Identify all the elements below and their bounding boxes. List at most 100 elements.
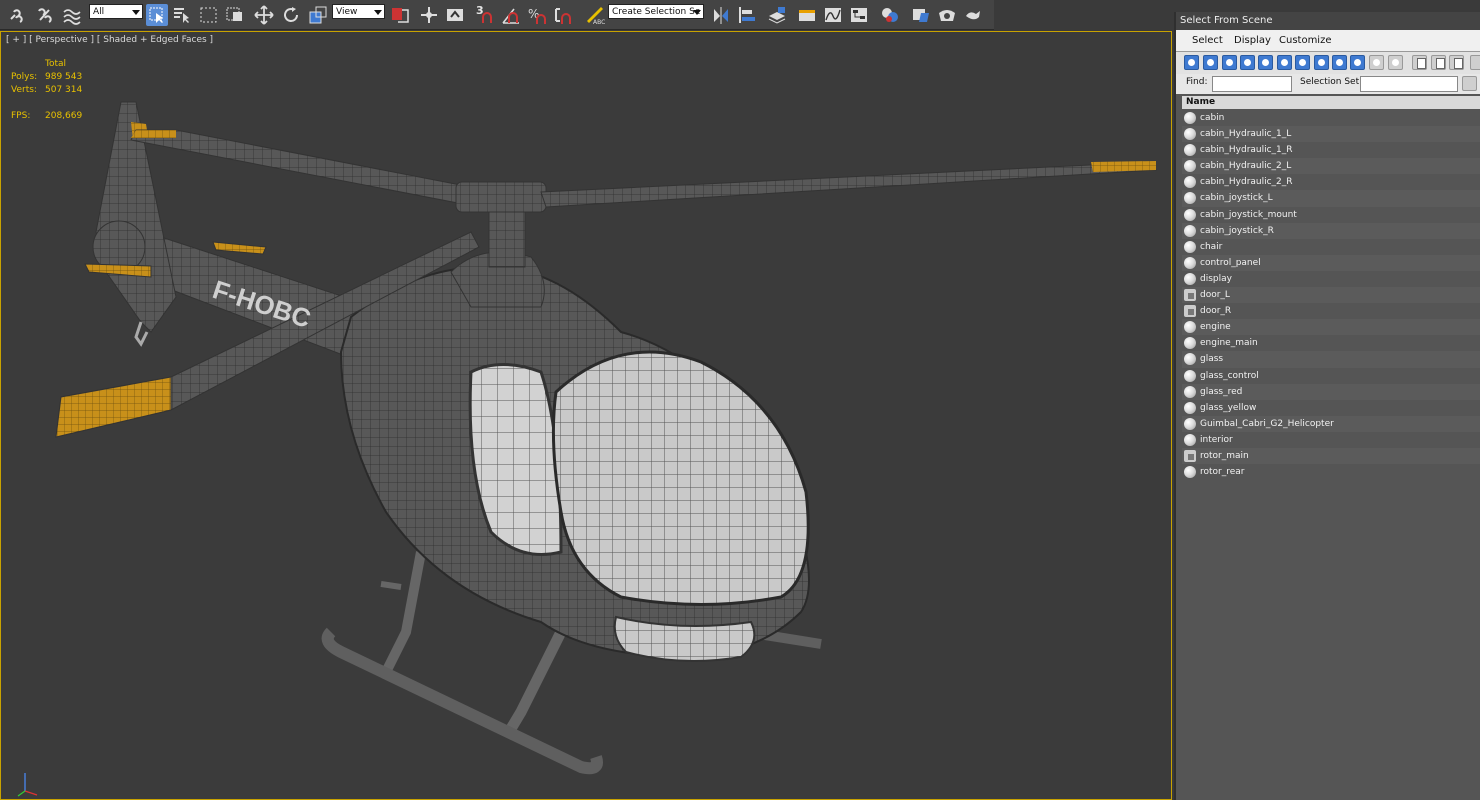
list-item[interactable]: glass — [1182, 351, 1480, 368]
list-item-label: Guimbal_Cabri_G2_Helicopter — [1200, 418, 1334, 429]
display-geometry-icon[interactable] — [1222, 55, 1237, 70]
list-item[interactable]: cabin_Hydraulic_1_R — [1182, 142, 1480, 158]
render-setup-icon[interactable] — [910, 4, 932, 26]
angle-snap-toggle-icon[interactable] — [500, 4, 522, 26]
display-helpers-icon[interactable] — [1295, 55, 1310, 70]
manage-layers-icon[interactable] — [766, 4, 788, 26]
list-item-label: engine — [1200, 322, 1231, 333]
list-item[interactable]: door_R — [1182, 303, 1480, 319]
perspective-viewport[interactable]: [ + ] [ Perspective ] [ Shaded + Edged F… — [0, 31, 1172, 800]
display-cameras-icon[interactable] — [1277, 55, 1292, 70]
menu-select[interactable]: Select — [1192, 30, 1223, 52]
find-input[interactable] — [1212, 76, 1292, 92]
list-item[interactable]: cabin_joystick_L — [1182, 190, 1480, 207]
snaps-toggle-icon[interactable]: 3 — [474, 4, 496, 26]
list-item[interactable]: cabin_Hydraulic_2_L — [1182, 158, 1480, 175]
display-bones-icon[interactable] — [1369, 55, 1384, 70]
list-item[interactable]: Guimbal_Cabri_G2_Helicopter — [1182, 415, 1480, 432]
material-editor-icon[interactable] — [879, 4, 901, 26]
window-crossing-icon[interactable] — [224, 4, 246, 26]
select-by-name-icon[interactable] — [171, 4, 193, 26]
list-item[interactable]: glass_red — [1182, 383, 1480, 400]
named-selection-set-dropdown[interactable]: Create Selection Se — [608, 4, 704, 19]
rotor-blade-rear — [130, 129, 472, 205]
display-containers-icon[interactable] — [1388, 55, 1403, 70]
display-all-icon[interactable] — [1203, 55, 1218, 70]
object-sphere-icon — [1184, 466, 1196, 479]
name-column-header[interactable]: Name — [1182, 96, 1480, 109]
list-item[interactable]: rotor_main — [1182, 447, 1480, 465]
rectangular-selection-icon[interactable] — [198, 4, 220, 26]
percent-snap-toggle-icon[interactable]: % — [526, 4, 548, 26]
list-item[interactable]: rotor_rear — [1182, 464, 1480, 480]
selection-set-dropdown[interactable] — [1360, 76, 1458, 92]
spinner-snap-toggle-icon[interactable] — [552, 4, 574, 26]
selection-filter-value: All — [93, 7, 105, 17]
display-shapes-icon[interactable] — [1240, 55, 1255, 70]
display-none-icon[interactable] — [1184, 55, 1199, 70]
list-item[interactable]: cabin_joystick_mount — [1182, 207, 1480, 223]
select-and-link-icon[interactable] — [6, 4, 28, 26]
panel-title[interactable]: Select From Scene — [1176, 12, 1480, 30]
selection-set-options-icon[interactable] — [1462, 76, 1477, 91]
list-item[interactable]: interior — [1182, 432, 1480, 448]
rendered-frame-window-icon[interactable] — [936, 4, 958, 26]
object-sphere-icon — [1184, 337, 1196, 350]
list-item[interactable]: glass_yellow — [1182, 400, 1480, 416]
selection-filter-dropdown[interactable]: All — [89, 4, 143, 19]
display-xrefs-icon[interactable] — [1350, 55, 1365, 70]
select-invert-icon[interactable] — [1449, 55, 1464, 70]
list-item-label: cabin — [1200, 113, 1225, 123]
toggle-ribbon-icon[interactable] — [796, 4, 818, 26]
list-item[interactable]: chair — [1182, 239, 1480, 255]
mirror-icon[interactable] — [710, 4, 732, 26]
list-item[interactable]: door_L — [1182, 287, 1480, 304]
move-icon[interactable] — [253, 4, 275, 26]
use-pivot-point-icon[interactable] — [389, 4, 411, 26]
scale-icon[interactable] — [307, 4, 329, 26]
list-item[interactable]: engine — [1182, 319, 1480, 336]
list-item[interactable]: cabin_Hydraulic_1_L — [1182, 126, 1480, 143]
align-icon[interactable] — [736, 4, 758, 26]
unlink-selection-icon[interactable] — [33, 4, 55, 26]
list-item[interactable]: cabin — [1182, 110, 1480, 126]
list-item-label: door_L — [1200, 290, 1230, 301]
rotor-blade-right — [540, 161, 1157, 208]
display-groups-icon[interactable] — [1332, 55, 1347, 70]
list-item[interactable]: cabin_Hydraulic_2_R — [1182, 174, 1480, 190]
list-item[interactable]: cabin_joystick_R — [1182, 222, 1480, 239]
list-item-label: interior — [1200, 434, 1233, 445]
list-item[interactable]: display — [1182, 271, 1480, 287]
reference-coordinate-value: View — [336, 7, 358, 17]
panel-menu-bar: Select Display Customize — [1176, 30, 1480, 52]
menu-customize[interactable]: Customize — [1279, 30, 1332, 52]
select-object-icon[interactable] — [146, 4, 168, 26]
helicopter-model[interactable]: F-HOBC — [1, 32, 1171, 799]
curve-editor-icon[interactable] — [822, 4, 844, 26]
menu-display[interactable]: Display — [1234, 30, 1271, 52]
filter-icon[interactable] — [1470, 55, 1480, 70]
select-none-icon[interactable] — [1431, 55, 1446, 70]
find-label: Find: — [1186, 77, 1208, 87]
list-item-label: engine_main — [1200, 338, 1258, 349]
select-all-icon[interactable] — [1412, 55, 1427, 70]
group-icon — [1184, 289, 1196, 302]
object-sphere-icon — [1184, 272, 1196, 285]
list-item[interactable]: glass_control — [1182, 368, 1480, 384]
front-canopy — [551, 350, 810, 606]
schematic-view-icon[interactable] — [848, 4, 870, 26]
edit-named-selection-icon[interactable]: ABC — [584, 4, 606, 26]
keyboard-shortcut-override-icon[interactable] — [444, 4, 466, 26]
select-and-manipulate-icon[interactable] — [418, 4, 440, 26]
object-sphere-icon — [1184, 224, 1196, 237]
reference-coordinate-dropdown[interactable]: View — [332, 4, 385, 19]
list-item[interactable]: engine_main — [1182, 335, 1480, 351]
rotate-icon[interactable] — [280, 4, 302, 26]
display-space-warps-icon[interactable] — [1314, 55, 1329, 70]
list-item[interactable]: control_panel — [1182, 254, 1480, 271]
find-row: Find: Selection Set: — [1176, 74, 1480, 94]
rotor-hub — [455, 181, 547, 213]
bind-to-space-warp-icon[interactable] — [60, 4, 82, 26]
display-lights-icon[interactable] — [1258, 55, 1273, 70]
render-production-icon[interactable] — [962, 4, 984, 26]
